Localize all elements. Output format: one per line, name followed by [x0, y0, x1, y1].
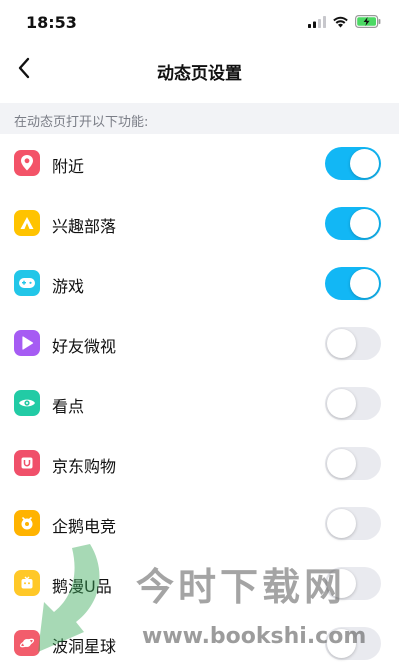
status-icons [308, 15, 381, 33]
battery-charging-icon [355, 15, 381, 33]
status-time: 18:53 [26, 13, 77, 32]
toggle-switch[interactable] [325, 627, 381, 660]
section-header-label: 在动态页打开以下功能: [14, 115, 149, 130]
play-icon [14, 330, 40, 356]
feature-row-bodong: 波洞星球 [0, 614, 399, 668]
feature-label: 游戏 [52, 277, 85, 296]
toggle-switch[interactable] [325, 327, 381, 360]
toggle-knob [327, 629, 356, 658]
toggle-switch[interactable] [325, 507, 381, 540]
feature-row-games: 游戏 [0, 254, 399, 314]
toggle-switch[interactable] [325, 567, 381, 600]
feature-row-esports: 企鹅电竞 [0, 494, 399, 554]
status-bar: 18:53 [0, 0, 399, 44]
tent-icon [14, 210, 40, 236]
feature-label: 兴趣部落 [52, 217, 117, 236]
toggle-knob [327, 569, 356, 598]
eye-icon [14, 390, 40, 416]
cellular-signal-icon [308, 15, 326, 33]
feature-row-nearby: 附近 [0, 134, 399, 194]
toggle-knob [350, 149, 379, 178]
toggle-switch[interactable] [325, 387, 381, 420]
page-title: 动态页设置 [157, 64, 242, 84]
gamepad-icon [14, 270, 40, 296]
toggle-knob [327, 449, 356, 478]
esports-icon [14, 510, 40, 536]
feature-row-weishi: 好友微视 [0, 314, 399, 374]
toggle-knob [327, 389, 356, 418]
feature-list: 附近 兴趣部落 游戏 好友微视 看点 京东购物 企鹅电竞 鹅漫U品 波洞星球 [0, 134, 399, 668]
wifi-icon [332, 15, 349, 33]
feature-label: 好友微视 [52, 337, 117, 356]
toggle-knob [350, 209, 379, 238]
toggle-knob [327, 509, 356, 538]
feature-label: 鹅漫U品 [52, 577, 112, 596]
toggle-knob [350, 269, 379, 298]
toggle-switch[interactable] [325, 207, 381, 240]
location-pin-icon [14, 150, 40, 176]
feature-label: 企鹅电竞 [52, 517, 117, 536]
feature-row-kandian: 看点 [0, 374, 399, 434]
feature-label: 京东购物 [52, 457, 117, 476]
toggle-knob [327, 329, 356, 358]
toggle-switch[interactable] [325, 447, 381, 480]
toggle-switch[interactable] [325, 147, 381, 180]
toggle-switch[interactable] [325, 267, 381, 300]
feature-label: 看点 [52, 397, 85, 416]
feature-label: 波洞星球 [52, 637, 117, 656]
feature-row-tribe: 兴趣部落 [0, 194, 399, 254]
nav-bar: 动态页设置 [0, 44, 399, 96]
planet-icon [14, 630, 40, 656]
section-header: 在动态页打开以下功能: [0, 103, 399, 134]
gift-box-icon [14, 570, 40, 596]
shopping-bag-icon [14, 450, 40, 476]
feature-label: 附近 [52, 157, 85, 176]
feature-row-jd: 京东购物 [0, 434, 399, 494]
feature-row-eman: 鹅漫U品 [0, 554, 399, 614]
